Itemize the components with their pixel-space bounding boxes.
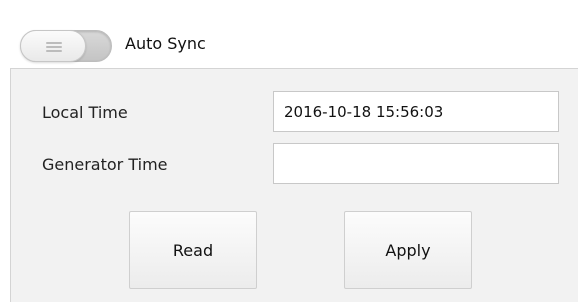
- time-sync-window: Auto Sync Local Time Generator Time Read…: [0, 0, 578, 302]
- grip-line-icon: [46, 50, 62, 52]
- generator-time-label: Generator Time: [42, 155, 168, 174]
- auto-sync-row: Auto Sync: [0, 0, 578, 70]
- time-settings-panel: Local Time Generator Time Read Apply: [10, 68, 578, 302]
- generator-time-input[interactable]: [273, 143, 559, 184]
- local-time-input[interactable]: [273, 91, 559, 132]
- auto-sync-toggle[interactable]: [20, 30, 112, 62]
- grip-line-icon: [46, 46, 62, 48]
- read-button[interactable]: Read: [129, 211, 257, 289]
- auto-sync-label: Auto Sync: [125, 34, 206, 53]
- toggle-knob[interactable]: [20, 30, 86, 62]
- apply-button[interactable]: Apply: [344, 211, 472, 289]
- grip-line-icon: [46, 42, 62, 44]
- local-time-label: Local Time: [42, 103, 128, 122]
